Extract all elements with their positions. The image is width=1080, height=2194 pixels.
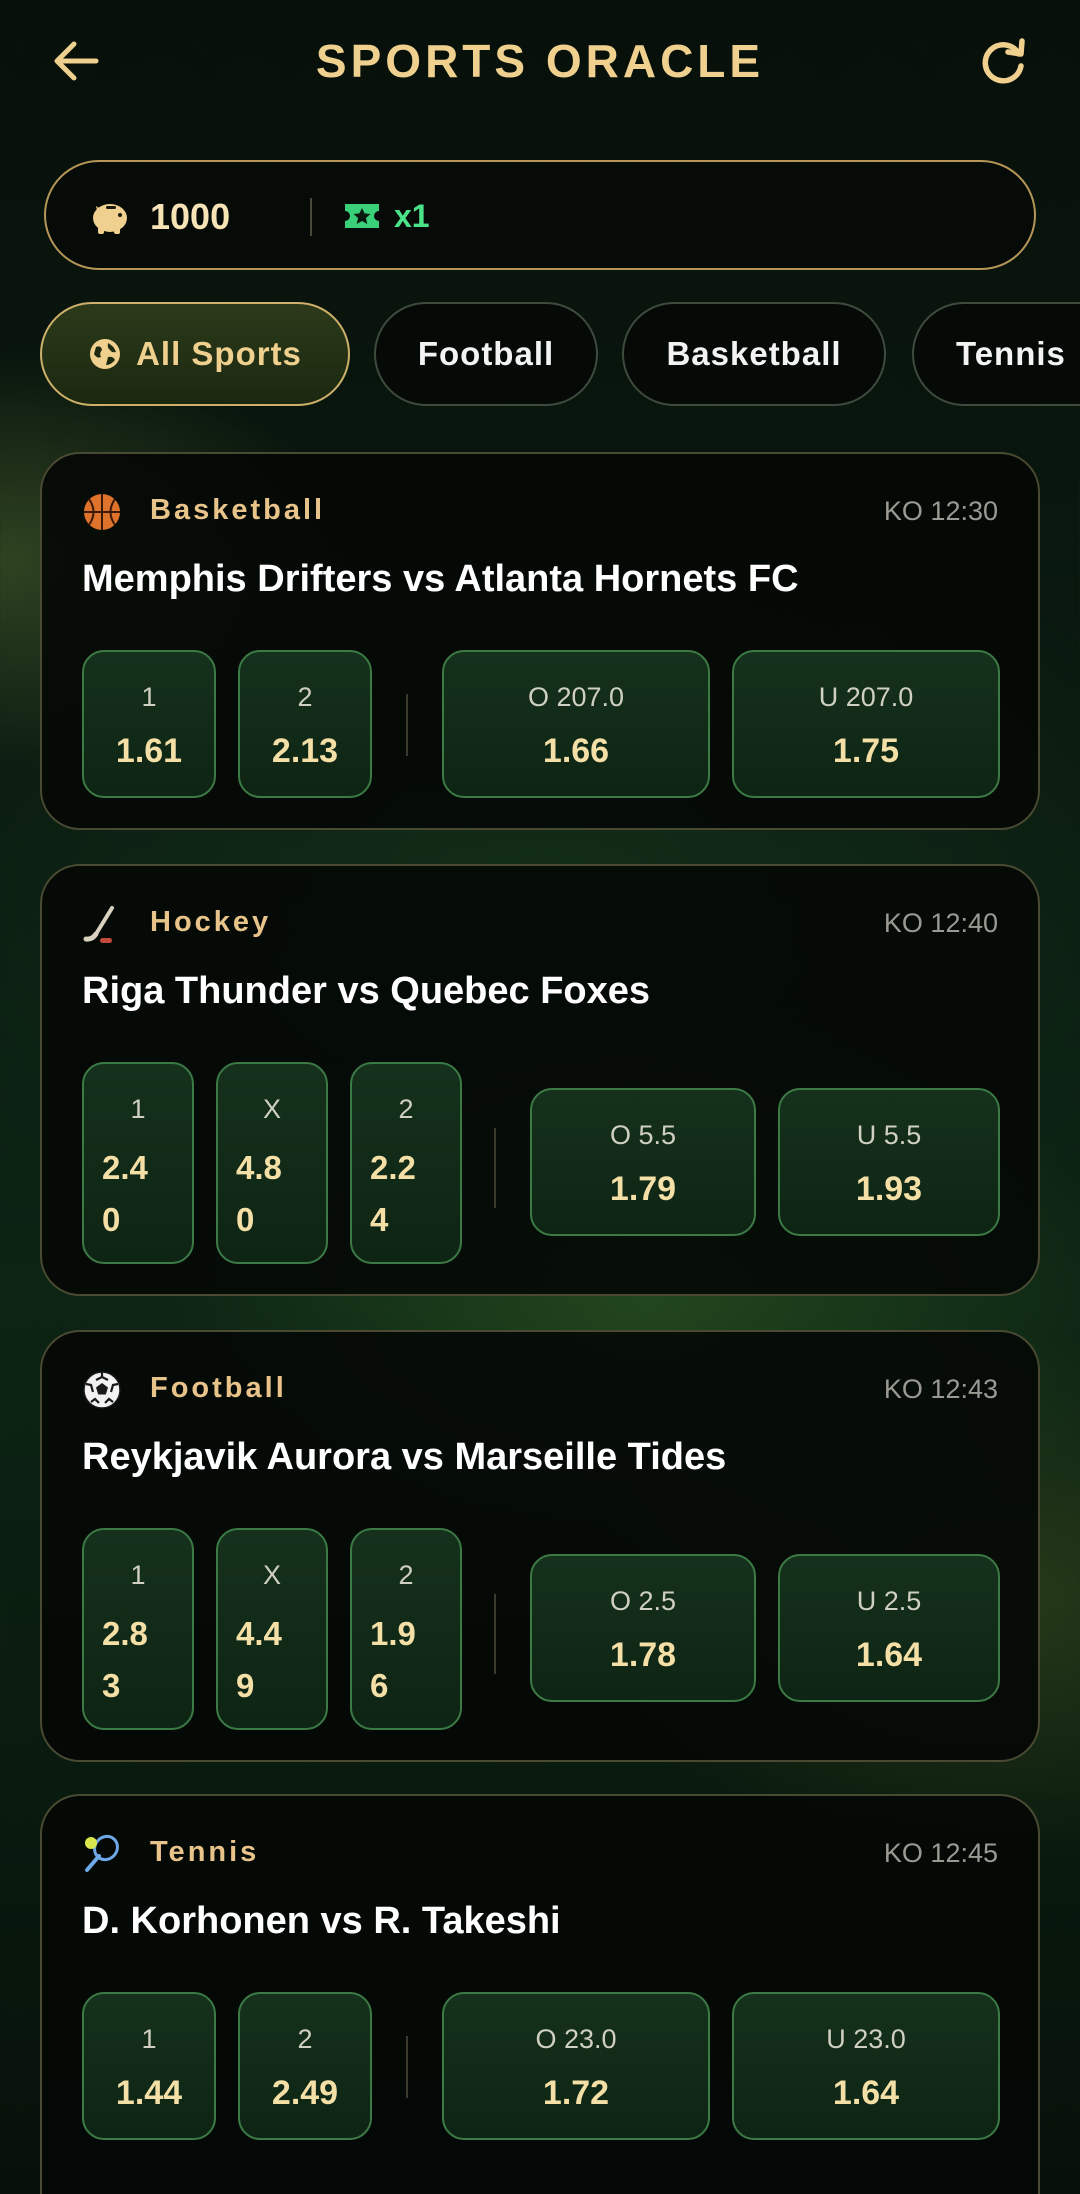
page-title: SPORTS ORACLE (315, 35, 765, 87)
odds-button-home[interactable]: 1 1.44 (82, 1992, 216, 2140)
odds-value: 1.66 (542, 732, 610, 770)
odds-label: 2 (398, 1560, 414, 1590)
odds-value: 2.40 (102, 1149, 148, 1238)
match-title: Reykjavik Aurora vs Marseille Tides (82, 1436, 727, 1478)
filter-chip-label: Basketball (666, 335, 842, 372)
odds-button-under[interactable]: U 207.0 1.75 (732, 650, 1000, 798)
odds-value: 4.80 (236, 1149, 282, 1238)
match-title: Memphis Drifters vs Atlanta Hornets FC (82, 558, 799, 600)
odds-label: 1 (141, 2024, 157, 2054)
refresh-icon[interactable] (972, 30, 1034, 92)
odds-button-under[interactable]: U 23.0 1.64 (732, 1992, 1000, 2140)
match-title: D. Korhonen vs R. Takeshi (82, 1900, 561, 1942)
odds-value: 1.61 (115, 732, 183, 770)
odds-button-home[interactable]: 1 2.40 (82, 1062, 194, 1264)
odds-value: 1.79 (609, 1170, 677, 1208)
odds-divider (494, 1128, 496, 1208)
filter-chip-basketball[interactable]: Basketball (622, 302, 886, 406)
odds-button-draw[interactable]: X 4.80 (216, 1062, 328, 1264)
balance-bar: 1000 x1 (44, 160, 1036, 270)
odds-label: U 2.5 (856, 1586, 922, 1616)
coin-balance: 1000 (150, 196, 231, 237)
odds-button-under[interactable]: U 2.5 1.64 (778, 1554, 1000, 1702)
sport-label: Football (150, 1372, 287, 1404)
odds-value: 1.44 (115, 2074, 183, 2112)
odds-button-away[interactable]: 2 1.96 (350, 1528, 462, 1730)
odds-label: 2 (297, 682, 313, 712)
match-card: Football KO 12:43 Reykjavik Aurora vs Ma… (40, 1330, 1040, 1762)
odds-label: U 5.5 (856, 1120, 922, 1150)
odds-button-draw[interactable]: X 4.49 (216, 1528, 328, 1730)
sport-label: Basketball (150, 494, 326, 526)
odds-value: 2.13 (271, 732, 339, 770)
odds-label: 2 (297, 2024, 313, 2054)
odds-value: 1.96 (370, 1615, 416, 1704)
odds-button-over[interactable]: O 23.0 1.72 (442, 1992, 710, 2140)
kickoff-time: KO 12:30 (883, 496, 998, 526)
odds-label: O 2.5 (609, 1586, 677, 1616)
filter-chip-all-sports[interactable]: All Sports (40, 302, 350, 406)
odds-label: 1 (141, 682, 157, 712)
filter-chip-label: All Sports (136, 335, 302, 372)
tennis-racket-icon (85, 1834, 119, 1872)
soccer-ball-icon (83, 1371, 121, 1409)
sport-label: Tennis (150, 1836, 260, 1868)
match-title: Riga Thunder vs Quebec Foxes (82, 970, 651, 1012)
hockey-stick-icon (83, 906, 114, 943)
odds-value: 1.93 (855, 1170, 923, 1208)
match-card: Hockey KO 12:40 Riga Thunder vs Quebec F… (40, 864, 1040, 1296)
odds-button-over[interactable]: O 2.5 1.78 (530, 1554, 756, 1702)
filter-chip-tennis[interactable]: Tennis (912, 302, 1080, 406)
odds-value: 1.72 (542, 2074, 610, 2112)
odds-label: U 23.0 (826, 2024, 906, 2054)
odds-value: 4.49 (236, 1615, 282, 1704)
odds-label: X (262, 1560, 281, 1590)
basketball-icon (84, 494, 120, 530)
odds-divider (406, 694, 408, 756)
kickoff-time: KO 12:45 (883, 1838, 998, 1868)
balance-divider (310, 198, 312, 236)
filter-chip-label: Tennis (956, 335, 1066, 372)
odds-label: 2 (398, 1094, 414, 1124)
odds-label: 1 (130, 1094, 146, 1124)
odds-label: 1 (130, 1560, 146, 1590)
ticket-star-icon (345, 204, 379, 228)
odds-value: 2.24 (370, 1149, 416, 1238)
odds-value: 1.64 (855, 1636, 923, 1674)
odds-button-home[interactable]: 1 1.61 (82, 650, 216, 798)
odds-divider (406, 2036, 408, 2098)
odds-label: O 23.0 (535, 2024, 617, 2054)
odds-label: U 207.0 (818, 682, 914, 712)
odds-value: 2.83 (102, 1615, 148, 1704)
odds-button-away[interactable]: 2 2.13 (238, 650, 372, 798)
odds-label: X (262, 1094, 281, 1124)
app-header: SPORTS ORACLE (0, 0, 1080, 122)
sport-label: Hockey (150, 906, 272, 938)
filter-chip-football[interactable]: Football (374, 302, 598, 406)
ticket-count: x1 (394, 198, 430, 234)
odds-divider (494, 1594, 496, 1674)
kickoff-time: KO 12:40 (883, 908, 998, 938)
odds-button-away[interactable]: 2 2.24 (350, 1062, 462, 1264)
odds-label: O 207.0 (527, 682, 625, 712)
odds-value: 1.78 (609, 1636, 677, 1674)
odds-button-away[interactable]: 2 2.49 (238, 1992, 372, 2140)
odds-value: 2.49 (271, 2074, 339, 2112)
odds-button-home[interactable]: 1 2.83 (82, 1528, 194, 1730)
odds-button-over[interactable]: O 207.0 1.66 (442, 650, 710, 798)
globe-icon (90, 339, 121, 369)
kickoff-time: KO 12:43 (883, 1374, 998, 1404)
odds-value: 1.75 (832, 732, 900, 770)
odds-value: 1.64 (832, 2074, 900, 2112)
odds-button-over[interactable]: O 5.5 1.79 (530, 1088, 756, 1236)
match-card: Tennis KO 12:45 D. Korhonen vs R. Takesh… (40, 1794, 1040, 2194)
piggy-bank-icon (93, 204, 127, 234)
odds-button-under[interactable]: U 5.5 1.93 (778, 1088, 1000, 1236)
sport-filter-bar: All Sports Football Basketball Tennis (0, 302, 1080, 410)
filter-chip-label: Football (417, 335, 555, 372)
match-card: Basketball KO 12:30 Memphis Drifters vs … (40, 452, 1040, 830)
odds-label: O 5.5 (609, 1120, 677, 1150)
